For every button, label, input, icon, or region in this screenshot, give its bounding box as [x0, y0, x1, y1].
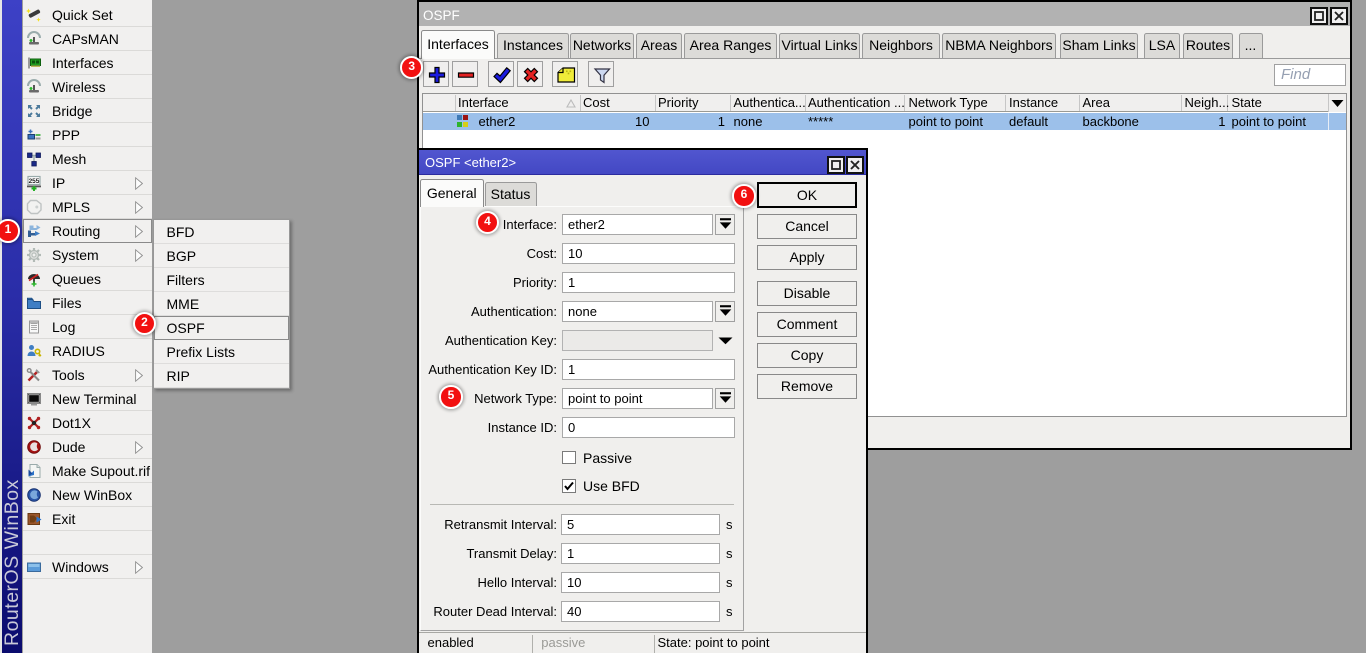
svg-text:255: 255 — [28, 178, 39, 185]
